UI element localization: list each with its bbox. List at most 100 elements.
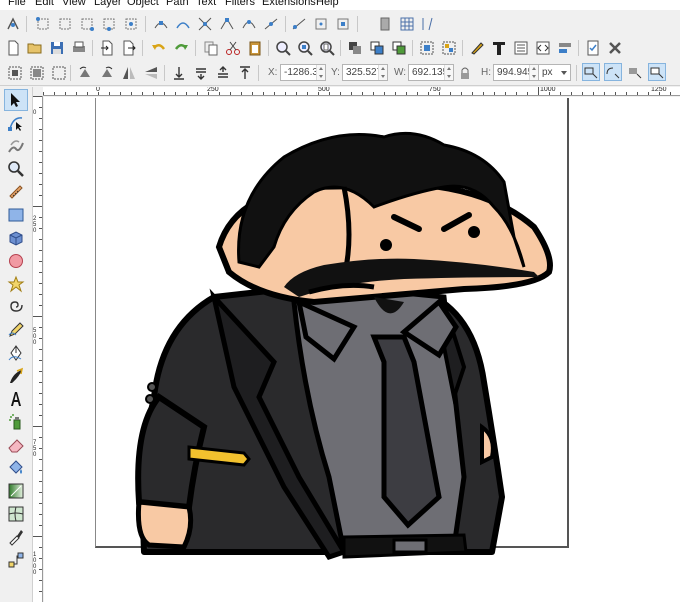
group-icon[interactable] xyxy=(418,39,436,57)
connector-tool[interactable] xyxy=(4,549,28,571)
unlink-clone-icon[interactable] xyxy=(390,39,408,57)
snap-text-baseline-icon[interactable] xyxy=(334,15,352,33)
xml-editor-icon[interactable] xyxy=(534,39,552,57)
menu-text[interactable]: Text xyxy=(196,0,216,8)
save-icon[interactable] xyxy=(48,39,66,57)
select-all-layers-icon[interactable] xyxy=(28,64,46,82)
menu-view[interactable]: View xyxy=(62,0,86,8)
zoom-drawing-icon[interactable] xyxy=(296,39,314,57)
zoom-selection-icon[interactable] xyxy=(274,39,292,57)
tweak-tool[interactable] xyxy=(4,135,28,157)
redo-icon[interactable] xyxy=(172,39,190,57)
scale-stroke-toggle[interactable] xyxy=(582,63,600,81)
preferences-icon[interactable] xyxy=(606,39,624,57)
transform-gradient-toggle[interactable] xyxy=(626,63,644,81)
new-document-icon[interactable] xyxy=(4,39,22,57)
node-tool[interactable] xyxy=(4,112,28,134)
snap-path-icon[interactable] xyxy=(174,15,192,33)
spiral-tool[interactable] xyxy=(4,296,28,318)
gradient-tool[interactable] xyxy=(4,480,28,502)
ungroup-icon[interactable] xyxy=(440,39,458,57)
menu-filters[interactable]: Filters xyxy=(225,0,255,8)
x-input[interactable]: -1286.3 xyxy=(280,64,326,81)
snap-intersection-icon[interactable] xyxy=(196,15,214,33)
selector-tool[interactable] xyxy=(4,89,28,111)
snap-grid-icon[interactable] xyxy=(398,15,416,33)
y-input[interactable]: 325.527 xyxy=(342,64,388,81)
print-icon[interactable] xyxy=(70,39,88,57)
text-font-icon[interactable] xyxy=(490,39,508,57)
raise-top-icon[interactable] xyxy=(236,64,254,82)
spray-tool[interactable] xyxy=(4,411,28,433)
select-all-icon[interactable] xyxy=(6,64,24,82)
align-distribute-icon[interactable] xyxy=(556,39,574,57)
h-spinner[interactable] xyxy=(529,65,538,80)
text-tool[interactable] xyxy=(4,388,28,410)
document-properties-icon[interactable] xyxy=(584,39,602,57)
calligraphy-tool[interactable] xyxy=(4,365,28,387)
menu-object[interactable]: Object xyxy=(127,0,159,8)
undo-icon[interactable] xyxy=(150,39,168,57)
snap-center-icon[interactable] xyxy=(290,15,308,33)
w-spinner[interactable] xyxy=(444,65,453,80)
menu-edit[interactable]: Edit xyxy=(35,0,54,8)
rotate-cw-icon[interactable] xyxy=(98,64,116,82)
pen-tool[interactable] xyxy=(4,342,28,364)
character-illustration[interactable] xyxy=(44,97,680,602)
fill-stroke-icon[interactable] xyxy=(468,39,486,57)
deselect-icon[interactable] xyxy=(50,64,68,82)
unit-select[interactable]: px xyxy=(538,64,571,81)
drawing-canvas[interactable] xyxy=(44,97,680,602)
zoom-page-icon[interactable] xyxy=(318,39,336,57)
lower-bottom-icon[interactable] xyxy=(170,64,188,82)
ellipse-tool[interactable] xyxy=(4,250,28,272)
snap-bbox-mid-icon[interactable] xyxy=(100,15,118,33)
layers-icon[interactable] xyxy=(512,39,530,57)
transform-pattern-toggle[interactable] xyxy=(648,63,666,81)
snap-bbox-icon[interactable] xyxy=(34,15,52,33)
bucket-tool[interactable] xyxy=(4,457,28,479)
box3d-tool[interactable] xyxy=(4,227,28,249)
duplicate-icon[interactable] xyxy=(346,39,364,57)
menu-help[interactable]: Help xyxy=(316,0,339,8)
measure-tool[interactable] xyxy=(4,181,28,203)
paste-icon[interactable] xyxy=(246,39,264,57)
snap-smooth-icon[interactable] xyxy=(240,15,258,33)
snap-bbox-center-icon[interactable] xyxy=(122,15,140,33)
w-input[interactable]: 692.135 xyxy=(408,64,454,81)
menu-path[interactable]: Path xyxy=(166,0,189,8)
copy-icon[interactable] xyxy=(202,39,220,57)
raise-icon[interactable] xyxy=(214,64,232,82)
snap-page-border-icon[interactable] xyxy=(376,15,394,33)
snap-midpoint-icon[interactable] xyxy=(262,15,280,33)
snap-cusp-icon[interactable] xyxy=(218,15,236,33)
rect-tool[interactable] xyxy=(4,204,28,226)
zoom-tool[interactable] xyxy=(4,158,28,180)
clone-icon[interactable] xyxy=(368,39,386,57)
export-icon[interactable] xyxy=(120,39,138,57)
scale-corners-toggle[interactable] xyxy=(604,63,622,81)
open-icon[interactable] xyxy=(26,39,44,57)
pencil-tool[interactable] xyxy=(4,319,28,341)
mesh-tool[interactable] xyxy=(4,503,28,525)
h-input[interactable]: 994.945 xyxy=(493,64,539,81)
y-spinner[interactable] xyxy=(378,65,387,80)
menu-file[interactable]: File xyxy=(8,0,26,8)
snap-nodes-icon[interactable] xyxy=(152,15,170,33)
snap-toggle-button[interactable] xyxy=(4,15,22,33)
snap-rotation-icon[interactable] xyxy=(312,15,330,33)
rotate-ccw-icon[interactable] xyxy=(76,64,94,82)
flip-horizontal-icon[interactable] xyxy=(120,64,138,82)
x-spinner[interactable] xyxy=(316,65,325,80)
eraser-tool[interactable] xyxy=(4,434,28,456)
lock-ratio-icon[interactable] xyxy=(456,64,474,82)
snap-bbox-edge-icon[interactable] xyxy=(56,15,74,33)
dropper-tool[interactable] xyxy=(4,526,28,548)
flip-vertical-icon[interactable] xyxy=(142,64,160,82)
lower-icon[interactable] xyxy=(192,64,210,82)
snap-bbox-corner-icon[interactable] xyxy=(78,15,96,33)
star-tool[interactable] xyxy=(4,273,28,295)
import-icon[interactable] xyxy=(98,39,116,57)
menu-extensions[interactable]: Extensions xyxy=(262,0,316,8)
menu-layer[interactable]: Layer xyxy=(94,0,122,8)
